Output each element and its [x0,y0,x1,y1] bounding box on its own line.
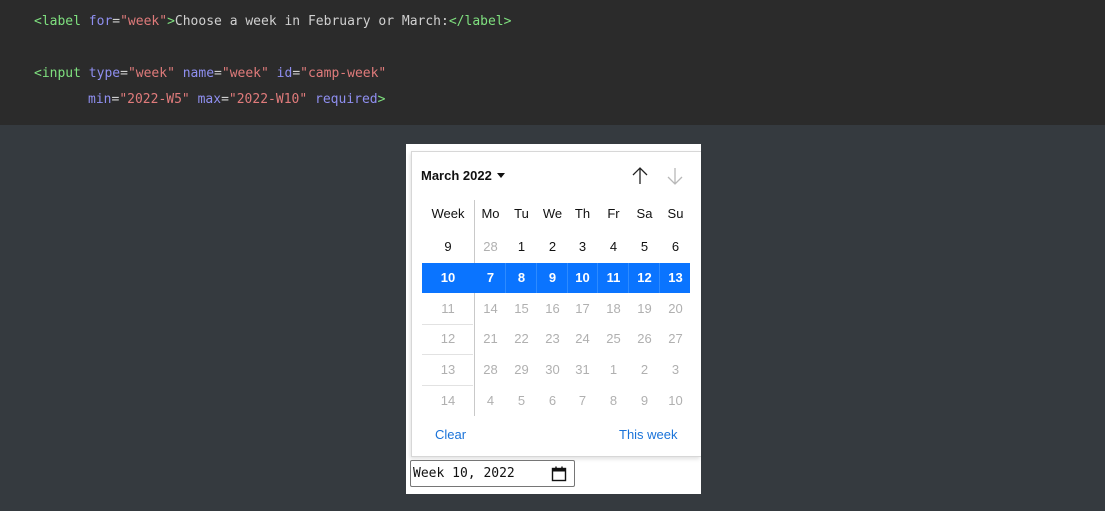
caret-down-icon [496,172,505,178]
day-cell[interactable]: 18 [598,294,629,324]
day-header: Th [574,206,591,221]
day-cell[interactable]: 2 [629,355,660,385]
code-token: > [167,14,175,29]
day-cell[interactable]: 9 [537,263,568,293]
day-cell[interactable]: 1 [598,355,629,385]
day-cell[interactable]: 28 [475,232,506,262]
code-token: = [112,14,121,29]
day-cell[interactable]: 31 [567,355,598,385]
code-token: = [120,66,128,81]
day-cell[interactable]: 19 [629,294,660,324]
day-cell[interactable]: 4 [475,386,506,416]
day-cell[interactable]: 25 [598,324,629,354]
code-token: </label> [448,14,512,29]
code-token: "2022-W10" [228,92,308,107]
code-token: max [197,92,222,107]
day-cell[interactable]: 5 [629,232,660,262]
day-cell[interactable]: 21 [475,324,506,354]
code-token: input [41,66,81,81]
day-cell[interactable]: 6 [537,386,568,416]
day-cell[interactable]: 28 [475,355,506,385]
day-header: Tu [514,206,529,221]
day-cell[interactable]: 15 [506,294,537,324]
week-number-cell[interactable]: 14 [422,386,474,416]
day-cell[interactable]: 12 [629,263,660,293]
day-cell[interactable]: 11 [598,263,629,293]
day-header: Fr [607,206,620,221]
code-token: min [88,92,112,107]
month-year-label: March 2022 [421,167,492,183]
code-token: id [276,66,293,81]
week-number-cell[interactable]: 10 [422,263,474,293]
code-token: type [88,66,121,81]
clear-button[interactable]: Clear [435,427,466,443]
week-number-cell[interactable]: 13 [422,355,474,385]
this-week-button[interactable]: This week [619,427,678,443]
calendar-icon[interactable] [550,465,568,483]
month-year-selector[interactable]: March 2022 [411,166,507,184]
code-block: <label for="week">Choose a week in Febru… [0,0,1105,125]
day-cell[interactable]: 24 [567,324,598,354]
day-cell[interactable]: 17 [567,294,598,324]
day-cell[interactable]: 20 [660,294,691,324]
day-cell[interactable]: 8 [506,263,537,293]
day-cell[interactable]: 9 [629,386,660,416]
code-token: name [182,66,215,81]
code-token: label [41,14,81,29]
day-cell[interactable]: 2 [537,232,568,262]
code-token: = [221,92,229,107]
day-cell[interactable]: 29 [506,355,537,385]
day-cell[interactable]: 7 [475,263,506,293]
day-cell[interactable]: 4 [598,232,629,262]
day-cell[interactable]: 8 [598,386,629,416]
previous-month-button[interactable] [628,164,652,188]
day-cell[interactable]: 10 [660,386,691,416]
day-cell[interactable]: 27 [660,324,691,354]
day-header: Su [667,206,684,221]
week-number-cell[interactable]: 12 [422,324,474,354]
day-cell[interactable]: 23 [537,324,568,354]
code-token: "week" [127,66,175,81]
day-cell[interactable]: 1 [506,232,537,262]
code-token: = [214,66,222,81]
day-cell[interactable]: 5 [506,386,537,416]
next-month-button[interactable] [663,164,687,188]
code-token: "2022-W5" [119,92,190,107]
arrow-up-icon [632,167,648,184]
day-cell[interactable]: 6 [660,232,691,262]
code-token: "camp-week" [300,66,387,81]
code-token: > [377,92,386,107]
day-header: Mo [481,206,500,221]
day-cell[interactable]: 16 [537,294,568,324]
day-header: We [542,206,563,221]
day-cell[interactable]: 3 [660,355,691,385]
day-cell[interactable]: 26 [629,324,660,354]
code-token: required [315,92,378,107]
week-column-header: Week [431,206,465,221]
code-token: < [34,66,42,81]
code-token: for [88,14,113,29]
day-header: Sa [636,206,653,221]
code-line-input: <input type="week" name="week" id="camp-… [34,66,386,82]
week-number-cell[interactable]: 11 [422,294,474,324]
day-cell[interactable]: 30 [537,355,568,385]
code-line-label: <label for="week">Choose a week in Febru… [34,14,511,30]
code-token: = [292,66,301,81]
week-number-cell[interactable]: 9 [422,232,474,262]
code-line-minmax: min="2022-W5" max="2022-W10" required> [88,92,385,108]
code-token: "week" [221,66,269,81]
day-cell[interactable]: 22 [506,324,537,354]
day-cell[interactable]: 14 [475,294,506,324]
code-token: "week" [120,14,168,29]
code-token: Choose a week in February or March: [174,14,449,29]
day-cell[interactable]: 10 [567,263,598,293]
day-cell[interactable]: 13 [660,263,691,293]
day-cell[interactable]: 7 [567,386,598,416]
code-token: < [34,14,42,29]
day-cell[interactable]: 3 [567,232,598,262]
arrow-down-icon [667,168,683,185]
